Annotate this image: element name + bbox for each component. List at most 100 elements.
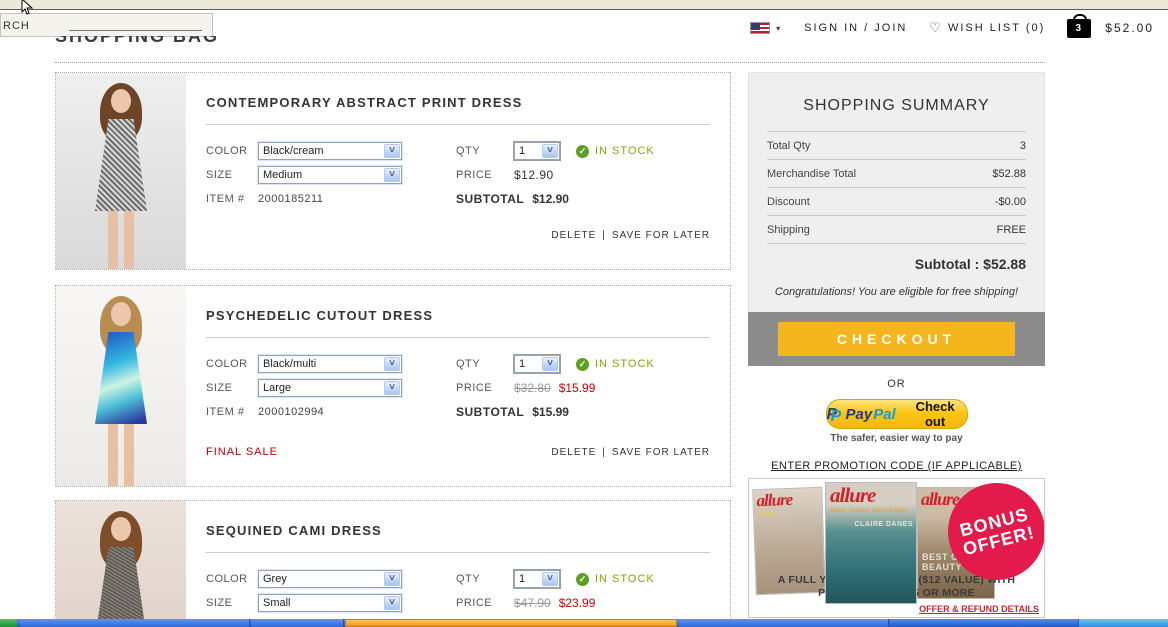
product-image[interactable]: [56, 286, 186, 486]
select-arrow-icon[interactable]: ˅: [542, 357, 558, 371]
product-image[interactable]: [56, 73, 186, 269]
window-top-strip: [0, 0, 1168, 10]
shopping-bag-icon[interactable]: 3: [1067, 19, 1091, 38]
price-label: PRICE: [456, 169, 514, 181]
summary-row-value: -$0.00: [995, 196, 1026, 208]
select-arrow-icon[interactable]: ˅: [542, 572, 558, 586]
magazine-cover: allure Glitter, Sparkle, Neon Brights CL…: [825, 482, 917, 604]
product-title[interactable]: PSYCHEDELIC CUTOUT DRESS: [206, 308, 710, 323]
instock-check-icon: ✓: [576, 358, 589, 371]
country-selector[interactable]: ▾: [750, 22, 782, 34]
bonus-offer-ad[interactable]: allure Smile! allure Glitter, Sparkle, N…: [748, 478, 1045, 618]
taskbar-button[interactable]: [20, 619, 250, 627]
instock-check-icon: ✓: [576, 145, 589, 158]
page-title-clip: SHOPPING BAG: [55, 36, 355, 49]
color-label: COLOR: [206, 573, 258, 585]
sign-in-label: SIGN IN / JOIN: [804, 22, 907, 34]
select-arrow-icon[interactable]: ˅: [384, 381, 400, 395]
content-divider: [55, 62, 1045, 63]
select-arrow-icon[interactable]: ˅: [384, 572, 400, 586]
color-value: Black/multi: [263, 358, 316, 370]
original-price: $47.90: [514, 596, 551, 610]
promotion-code-link[interactable]: ENTER PROMOTION CODE (IF APPLICABLE): [771, 460, 1022, 472]
bag-total[interactable]: $52.00: [1105, 21, 1154, 35]
system-tray[interactable]: [1078, 619, 1168, 627]
wish-list-link[interactable]: ♡ WISH LIST (0): [929, 20, 1045, 36]
search-box[interactable]: RCH: [0, 13, 213, 37]
cart-item: CONTEMPORARY ABSTRACT PRINT DRESS COLOR …: [55, 72, 731, 270]
size-select[interactable]: Medium ˅: [258, 166, 402, 184]
summary-row-label: Total Qty: [767, 140, 810, 152]
sale-price: $15.99: [559, 381, 596, 395]
summary-row-label: Discount: [767, 196, 810, 208]
product-title[interactable]: CONTEMPORARY ABSTRACT PRINT DRESS: [206, 95, 710, 110]
free-shipping-message: Congratulations! You are eligible for fr…: [749, 286, 1044, 298]
original-price: $32.80: [514, 381, 551, 395]
qty-label: QTY: [456, 573, 514, 585]
size-select[interactable]: Small ˅: [258, 594, 402, 612]
paypal-checkout-text: Check out: [904, 399, 967, 429]
summary-row: Shipping FREE: [767, 216, 1026, 244]
delete-link[interactable]: DELETE: [551, 447, 596, 458]
summary-row: Discount -$0.00: [767, 188, 1026, 216]
subtotal-label: SUBTOTAL: [456, 192, 524, 206]
color-select[interactable]: Black/multi ˅: [258, 355, 402, 373]
paypal-pal-text: Pal: [873, 406, 896, 423]
checkout-button[interactable]: CHECKOUT: [778, 322, 1015, 356]
taskbar-button[interactable]: [679, 619, 889, 627]
save-for-later-link[interactable]: SAVE FOR LATER: [612, 447, 710, 458]
qty-select[interactable]: 1 ˅: [514, 355, 560, 373]
price-value: $12.90: [514, 168, 554, 182]
size-label: SIZE: [206, 382, 258, 394]
mouse-cursor: [20, 0, 34, 16]
price-label: PRICE: [456, 597, 514, 609]
save-for-later-link[interactable]: SAVE FOR LATER: [612, 230, 710, 241]
summary-row-value: FREE: [997, 224, 1026, 236]
us-flag-icon: [750, 22, 770, 34]
sign-in-link[interactable]: SIGN IN / JOIN: [804, 22, 907, 34]
offer-details-link[interactable]: OFFER & REFUND DETAILS: [919, 604, 1039, 614]
size-select[interactable]: Large ˅: [258, 379, 402, 397]
color-label: COLOR: [206, 358, 258, 370]
subtotal-value: $15.99: [532, 405, 569, 419]
qty-select[interactable]: 1 ˅: [514, 142, 560, 160]
paypal-tagline: The safer, easier way to pay: [748, 433, 1045, 444]
sale-price: $23.99: [559, 596, 596, 610]
heart-icon: ♡: [929, 20, 943, 36]
shopping-bag-page: RCH ▾ SIGN IN / JOIN ♡ WISH LIST (0) 3 $…: [0, 0, 1168, 627]
product-image[interactable]: [56, 501, 186, 627]
paypal-logo-icon: P P: [827, 406, 841, 423]
start-button[interactable]: [0, 619, 17, 627]
product-title[interactable]: SEQUINED CAMI DRESS: [206, 523, 710, 538]
stock-status: IN STOCK: [595, 358, 655, 370]
summary-row-label: Shipping: [767, 224, 810, 236]
qty-value: 1: [519, 573, 525, 585]
top-navigation: ▾ SIGN IN / JOIN ♡ WISH LIST (0) 3 $52.0…: [750, 17, 1154, 39]
select-arrow-icon[interactable]: ˅: [384, 168, 400, 182]
qty-select[interactable]: 1 ˅: [514, 570, 560, 588]
delete-link[interactable]: DELETE: [551, 230, 596, 241]
color-select[interactable]: Grey ˅: [258, 570, 402, 588]
or-label: OR: [748, 378, 1045, 390]
paypal-checkout-button[interactable]: P P Pay Pal Check out: [826, 399, 968, 429]
stock-status: IN STOCK: [595, 573, 655, 585]
select-arrow-icon[interactable]: ˅: [384, 596, 400, 610]
select-arrow-icon[interactable]: ˅: [542, 144, 558, 158]
wish-list-label: WISH LIST (0): [948, 22, 1045, 34]
taskbar-button[interactable]: [252, 619, 344, 627]
price-label: PRICE: [456, 382, 514, 394]
item-number: 2000185211: [258, 193, 323, 205]
color-select[interactable]: Black/cream ˅: [258, 142, 402, 160]
qty-label: QTY: [456, 145, 514, 157]
taskbar-button-active[interactable]: [345, 619, 677, 627]
size-label: SIZE: [206, 169, 258, 181]
select-arrow-icon[interactable]: ˅: [384, 144, 400, 158]
divider: [206, 337, 710, 338]
size-label: SIZE: [206, 597, 258, 609]
footer-divider: |: [602, 230, 606, 241]
item-number-label: ITEM #: [206, 193, 258, 205]
summary-title: SHOPPING SUMMARY: [749, 97, 1044, 115]
select-arrow-icon[interactable]: ˅: [384, 357, 400, 371]
search-label: RCH: [3, 20, 30, 32]
search-input[interactable]: [69, 30, 202, 31]
